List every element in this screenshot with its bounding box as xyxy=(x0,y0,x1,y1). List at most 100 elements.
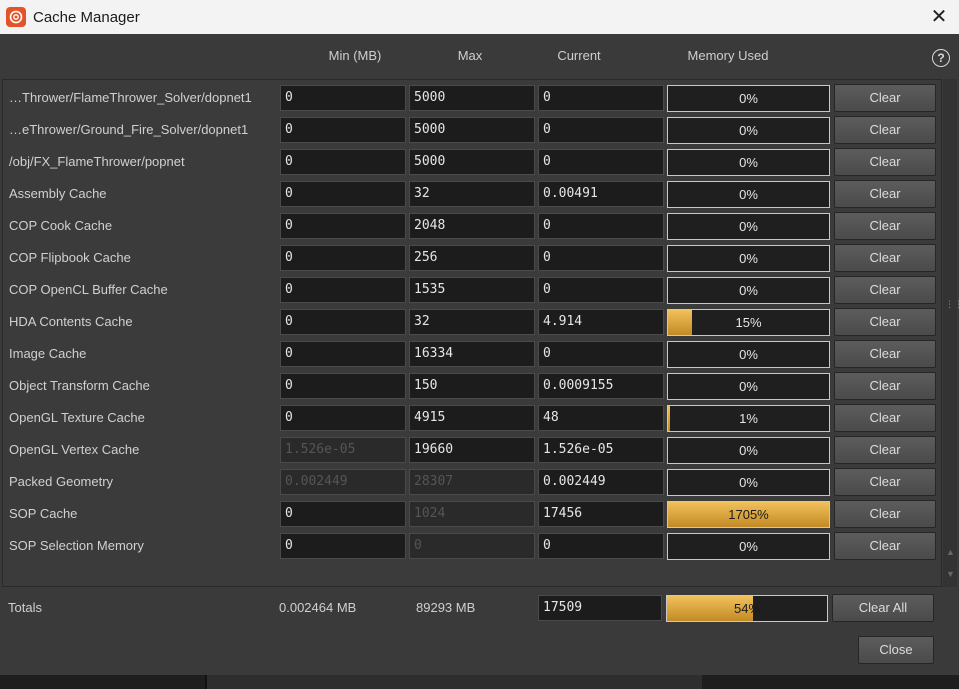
clear-button[interactable]: Clear xyxy=(834,372,936,400)
memory-used-bar: 0% xyxy=(667,149,830,176)
current-field[interactable]: 0 xyxy=(538,341,664,367)
cache-row-label: HDA Contents Cache xyxy=(9,314,133,329)
memory-used-percent: 0% xyxy=(739,91,758,106)
clear-button[interactable]: Clear xyxy=(834,180,936,208)
clear-button[interactable]: Clear xyxy=(834,212,936,240)
memory-used-bar: 0% xyxy=(667,373,830,400)
current-field[interactable]: 48 xyxy=(538,405,664,431)
clear-button[interactable]: Clear xyxy=(834,468,936,496)
max-field[interactable]: 1535 xyxy=(409,277,535,303)
cache-row-label: …Thrower/FlameThrower_Solver/dopnet1 xyxy=(9,90,252,105)
memory-used-percent: 1705% xyxy=(728,507,769,522)
max-field[interactable]: 5000 xyxy=(409,85,535,111)
min-field: 1.526e-05 xyxy=(280,437,406,463)
max-field[interactable]: 4915 xyxy=(409,405,535,431)
cache-row: …Thrower/FlameThrower_Solver/dopnet1 0 500… xyxy=(3,82,939,114)
min-field[interactable]: 0 xyxy=(280,85,406,111)
current-field[interactable]: 0 xyxy=(538,245,664,271)
max-field[interactable]: 19660 xyxy=(409,437,535,463)
cache-row: /obj/FX_FlameThrower/popnet 0 5000 0 0% Clear xyxy=(3,146,939,178)
min-field[interactable]: 0 xyxy=(280,341,406,367)
title-bar: Cache Manager ✕ xyxy=(0,0,959,34)
max-field[interactable]: 5000 xyxy=(409,117,535,143)
clear-button[interactable]: Clear xyxy=(834,500,936,528)
window-title: Cache Manager xyxy=(33,8,140,26)
min-field[interactable]: 0 xyxy=(280,181,406,207)
memory-used-bar: 0% xyxy=(667,213,830,240)
memory-used-bar: 0% xyxy=(667,341,830,368)
min-field[interactable]: 0 xyxy=(280,245,406,271)
cache-row: SOP Cache 0 1024 17456 1705% Clear xyxy=(3,498,939,530)
min-field[interactable]: 0 xyxy=(280,213,406,239)
current-field[interactable]: 0 xyxy=(538,277,664,303)
close-icon[interactable]: ✕ xyxy=(927,5,951,29)
min-field[interactable]: 0 xyxy=(280,277,406,303)
max-field[interactable]: 150 xyxy=(409,373,535,399)
clear-button[interactable]: Clear xyxy=(834,276,936,304)
max-field[interactable]: 16334 xyxy=(409,341,535,367)
cache-row-label: COP Cook Cache xyxy=(9,218,113,233)
current-field[interactable]: 4.914 xyxy=(538,309,664,335)
memory-used-bar: 0% xyxy=(667,181,830,208)
memory-used-percent: 0% xyxy=(739,123,758,138)
column-header-max: Max xyxy=(457,48,483,63)
memory-used-percent: 15% xyxy=(735,315,762,330)
scroll-up-icon[interactable]: ▲ xyxy=(946,547,955,557)
current-field[interactable]: 0 xyxy=(538,117,664,143)
memory-used-percent: 0% xyxy=(739,539,758,554)
clear-button[interactable]: Clear xyxy=(834,436,936,464)
current-field[interactable]: 1.526e-05 xyxy=(538,437,664,463)
min-field[interactable]: 0 xyxy=(280,149,406,175)
current-field[interactable]: 0 xyxy=(538,533,664,559)
max-field[interactable]: 256 xyxy=(409,245,535,271)
clear-button[interactable]: Clear xyxy=(834,244,936,272)
totals-memory-percent: 54% xyxy=(733,601,761,616)
cache-row-label: /obj/FX_FlameThrower/popnet xyxy=(9,154,185,169)
max-field[interactable]: 2048 xyxy=(409,213,535,239)
vertical-scrollbar[interactable] xyxy=(943,79,957,587)
current-field[interactable]: 17456 xyxy=(538,501,664,527)
cache-manager-dialog: Min (MB) Max Current Memory Used ? …Thro… xyxy=(0,34,959,689)
scroll-down-icon[interactable]: ▼ xyxy=(946,569,955,579)
current-field[interactable]: 0.002449 xyxy=(538,469,664,495)
min-field[interactable]: 0 xyxy=(280,501,406,527)
cache-row: OpenGL Vertex Cache 1.526e-05 19660 1.526e-… xyxy=(3,434,939,466)
current-field[interactable]: 0.00491 xyxy=(538,181,664,207)
cache-row: COP OpenCL Buffer Cache 0 1535 0 0% Clear xyxy=(3,274,939,306)
memory-used-bar: 0% xyxy=(667,117,830,144)
column-header-min: Min (MB) xyxy=(328,48,382,63)
max-field[interactable]: 5000 xyxy=(409,149,535,175)
help-icon[interactable]: ? xyxy=(932,49,950,67)
memory-used-percent: 0% xyxy=(739,443,758,458)
min-field[interactable]: 0 xyxy=(280,533,406,559)
current-field[interactable]: 0 xyxy=(538,85,664,111)
current-field[interactable]: 0 xyxy=(538,149,664,175)
min-field[interactable]: 0 xyxy=(280,373,406,399)
clear-button[interactable]: Clear xyxy=(834,148,936,176)
close-button[interactable]: Close xyxy=(858,636,934,664)
memory-used-bar: 1% xyxy=(667,405,830,432)
memory-used-bar: 15% xyxy=(667,309,830,336)
min-field[interactable]: 0 xyxy=(280,309,406,335)
cache-row-label: Packed Geometry xyxy=(9,474,114,489)
current-field[interactable]: 0 xyxy=(538,213,664,239)
clear-button[interactable]: Clear xyxy=(834,116,936,144)
clear-button[interactable]: Clear xyxy=(834,308,936,336)
memory-used-percent: 0% xyxy=(739,283,758,298)
clear-all-button[interactable]: Clear All xyxy=(832,594,934,622)
resize-grip-icon[interactable]: ⋮⋮ xyxy=(945,300,959,316)
clear-button[interactable]: Clear xyxy=(834,340,936,368)
max-field[interactable]: 32 xyxy=(409,181,535,207)
min-field[interactable]: 0 xyxy=(280,117,406,143)
clear-button[interactable]: Clear xyxy=(834,404,936,432)
memory-used-percent: 0% xyxy=(739,187,758,202)
clear-button[interactable]: Clear xyxy=(834,532,936,560)
min-field[interactable]: 0 xyxy=(280,405,406,431)
column-header-memory-used: Memory Used xyxy=(687,48,769,63)
totals-label: Totals xyxy=(8,600,42,615)
cache-row: HDA Contents Cache 0 32 4.914 15% Clear xyxy=(3,306,939,338)
max-field: 0 xyxy=(409,533,535,559)
max-field[interactable]: 32 xyxy=(409,309,535,335)
clear-button[interactable]: Clear xyxy=(834,84,936,112)
current-field[interactable]: 0.0009155 xyxy=(538,373,664,399)
